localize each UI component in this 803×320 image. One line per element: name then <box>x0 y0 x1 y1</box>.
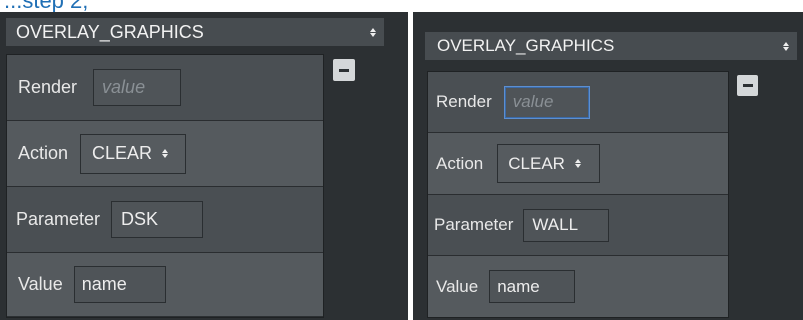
overlay-type-select-value: OVERLAY_GRAPHICS <box>437 36 615 55</box>
action-label: Action <box>18 143 69 163</box>
render-label: Render <box>18 77 78 97</box>
parameter-input[interactable]: WALL <box>523 208 610 242</box>
value-input[interactable]: name <box>489 270 576 303</box>
render-row: Render value <box>7 55 323 121</box>
rule-panel-left: OVERLAY_GRAPHICS Render value Action CLE… <box>0 12 408 320</box>
minus-icon <box>742 84 753 87</box>
value-row: Value name <box>428 256 728 317</box>
parameter-row: Parameter WALL <box>428 195 728 256</box>
parameter-label: Parameter <box>16 209 101 229</box>
action-row: Action CLEAR <box>428 133 728 195</box>
action-label: Action <box>436 153 484 173</box>
render-input[interactable]: value <box>503 85 590 119</box>
rule-rows: Render value Action CLEAR Parameter DSK … <box>6 54 324 318</box>
render-label: Render <box>436 92 492 111</box>
parameter-input[interactable]: DSK <box>111 201 204 238</box>
overlay-type-select[interactable]: OVERLAY_GRAPHICS <box>425 32 797 60</box>
render-input[interactable]: value <box>93 69 182 106</box>
value-label: Value <box>18 274 63 294</box>
action-row: Action CLEAR <box>7 121 323 187</box>
parameter-label: Parameter <box>434 215 514 234</box>
select-arrows-icon <box>783 41 789 51</box>
remove-button[interactable] <box>737 75 758 96</box>
rule-panel-right: OVERLAY_GRAPHICS Render value Action CLE… <box>413 12 803 320</box>
value-label: Value <box>436 276 479 296</box>
action-dropdown[interactable]: CLEAR <box>497 144 601 183</box>
action-dropdown-value: CLEAR <box>508 153 565 173</box>
value-input[interactable]: name <box>73 266 166 303</box>
remove-button[interactable] <box>333 59 355 81</box>
value-row: Value name <box>7 253 323 316</box>
overlay-type-select-value: OVERLAY_GRAPHICS <box>16 21 204 42</box>
rule-rows: Render value Action CLEAR Parameter WALL… <box>427 71 729 318</box>
select-arrows-icon <box>574 159 581 168</box>
select-arrows-icon <box>162 149 169 158</box>
parameter-row: Parameter DSK <box>7 187 323 253</box>
action-dropdown-value: CLEAR <box>92 143 153 163</box>
action-dropdown[interactable]: CLEAR <box>80 133 187 174</box>
minus-icon <box>339 68 349 72</box>
select-arrows-icon <box>370 27 376 37</box>
render-row: Render value <box>428 72 728 133</box>
overlay-type-select[interactable]: OVERLAY_GRAPHICS <box>6 18 384 46</box>
